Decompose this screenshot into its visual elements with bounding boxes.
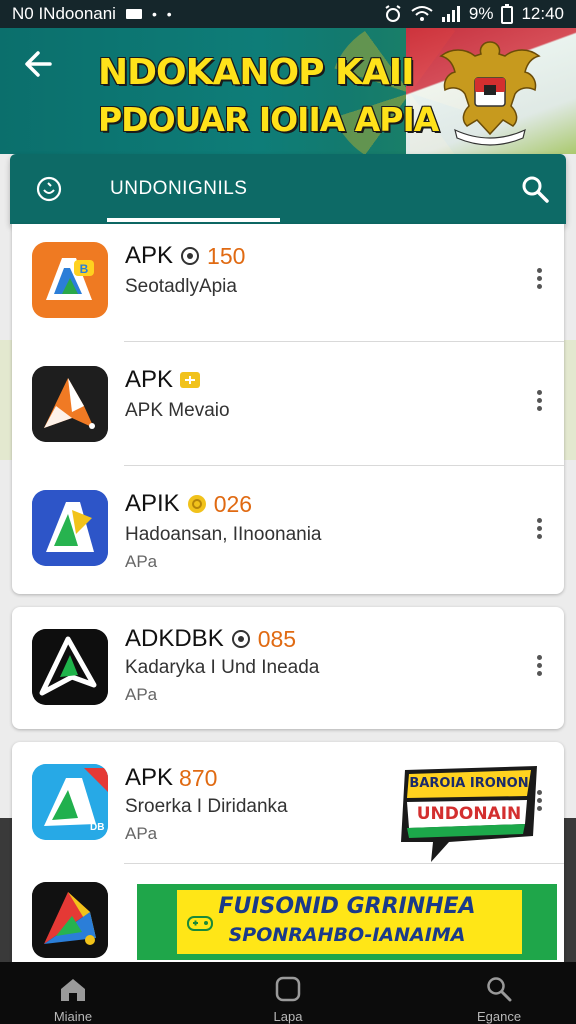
app-name: APK bbox=[125, 366, 174, 393]
status-time: 12:40 bbox=[521, 4, 564, 23]
header-banner: NDOKANOP KAII PDOUAR IOIIA APIA bbox=[0, 28, 576, 154]
status-dots: • • bbox=[151, 6, 175, 22]
app-badge-number: 085 bbox=[257, 625, 297, 652]
list-item[interactable]: APIK 026 Hadoansan, IInoonania APa bbox=[12, 466, 564, 594]
active-tab-indicator bbox=[107, 218, 280, 222]
list-item[interactable]: B APK 150 SeotadlyApia bbox=[12, 224, 564, 342]
more-options-icon[interactable] bbox=[534, 518, 544, 542]
notification-icon bbox=[125, 9, 142, 19]
banner-title-line1: NDOKANOP KAII bbox=[98, 52, 415, 93]
more-options-icon[interactable] bbox=[534, 655, 544, 679]
nav-search[interactable]: Egance bbox=[444, 962, 554, 1024]
tab-bar: UNDONIGNILS bbox=[10, 154, 566, 224]
nav-home-label: Miaine bbox=[53, 1009, 93, 1024]
app-title: APIK 026 bbox=[125, 490, 252, 518]
nav-apps[interactable]: Lapa bbox=[233, 962, 343, 1024]
search-icon bbox=[487, 977, 512, 1002]
sponsored-banner[interactable]: FUISONID GRRINHEA SPONRAHBO-IANAIMA bbox=[137, 884, 557, 960]
back-button[interactable] bbox=[20, 46, 60, 86]
battery-icon bbox=[501, 4, 514, 24]
logo-a-icon: DB bbox=[32, 764, 108, 840]
promo-line2: UNDONAIN bbox=[416, 804, 522, 824]
app-list-card: DB APK 870 Sroerka I Diridanka APa BAROI… bbox=[12, 742, 564, 972]
signal-icon bbox=[441, 6, 460, 22]
wifi-icon bbox=[411, 6, 433, 21]
app-subtitle: SeotadlyApia bbox=[125, 276, 237, 297]
list-item[interactable]: FUISONID GRRINHEA SPONRAHBO-IANAIMA bbox=[12, 864, 564, 972]
home-icon bbox=[61, 979, 85, 1001]
svg-text:DB: DB bbox=[90, 822, 104, 833]
logo-a-icon bbox=[32, 490, 108, 566]
tab-undonignils[interactable]: UNDONIGNILS bbox=[110, 178, 247, 200]
app-badge-number: 870 bbox=[179, 764, 218, 791]
app-name: APK bbox=[125, 242, 174, 269]
rating-icon bbox=[231, 630, 250, 648]
app-badge-number: 026 bbox=[213, 490, 253, 517]
promo-sticker[interactable]: BAROIA IRONON UNDONAIN bbox=[397, 764, 542, 862]
status-bar: N0 INdoonani • • 9% 12:40 bbox=[0, 0, 576, 28]
rating-icon bbox=[181, 247, 200, 265]
app-icon: DB bbox=[32, 764, 108, 840]
app-category: APa bbox=[125, 685, 158, 704]
app-subtitle: Sroerka I Diridanka bbox=[125, 796, 288, 817]
sponsored-banner-line1: FUISONID GRRINHEA bbox=[218, 894, 476, 919]
search-icon[interactable] bbox=[520, 174, 550, 204]
arrow-left-icon bbox=[25, 51, 52, 77]
status-carrier: N0 INdoonani bbox=[12, 4, 116, 23]
app-icon: B bbox=[32, 242, 108, 318]
logo-a-icon bbox=[32, 366, 108, 442]
app-icon bbox=[32, 882, 108, 958]
sponsored-banner-line2: SPONRAHBO-IANAIMA bbox=[228, 924, 466, 946]
badge-icon bbox=[180, 372, 201, 388]
app-icon bbox=[32, 366, 108, 442]
bottom-navigation: Miaine Lapa Egance bbox=[0, 962, 576, 1024]
app-title: APK 150 bbox=[125, 242, 245, 270]
app-icon bbox=[32, 490, 108, 566]
app-icon bbox=[32, 629, 108, 705]
promo-line1: BAROIA IRONON bbox=[409, 776, 529, 791]
logo-a-icon: B bbox=[38, 248, 102, 312]
nav-apps-label: Lapa bbox=[273, 1009, 303, 1024]
app-category: APa bbox=[125, 552, 158, 571]
app-screen: N0 INdoonani • • 9% 12:40 NDOKANOP KAII … bbox=[0, 0, 576, 1024]
alarm-icon bbox=[385, 5, 401, 22]
coin-icon bbox=[187, 495, 206, 513]
list-item[interactable]: DB APK 870 Sroerka I Diridanka APa BAROI… bbox=[12, 742, 564, 864]
app-category: APa bbox=[125, 824, 158, 843]
app-list-card: ADKDBK 085 Kadaryka I Und Ineada APa bbox=[12, 607, 564, 729]
square-icon bbox=[275, 976, 301, 1002]
app-subtitle: Hadoansan, IInoonania bbox=[125, 524, 322, 545]
smiley-icon[interactable] bbox=[34, 174, 64, 204]
app-subtitle: Kadaryka I Und Ineada bbox=[125, 657, 320, 678]
list-item[interactable]: APK APK Mevaio bbox=[12, 342, 564, 466]
app-name: APK bbox=[125, 764, 174, 791]
app-title: ADKDBK 085 bbox=[125, 625, 296, 653]
app-title: APK 870 bbox=[125, 764, 217, 792]
app-badge-number: 150 bbox=[207, 242, 246, 269]
svg-text:B: B bbox=[80, 262, 89, 276]
nav-home[interactable]: Miaine bbox=[18, 962, 128, 1024]
garuda-emblem-icon bbox=[439, 41, 541, 146]
banner-title-line2: PDOUAR IOIIA APIA bbox=[98, 100, 439, 139]
more-options-icon[interactable] bbox=[534, 390, 544, 414]
app-subtitle: APK Mevaio bbox=[125, 400, 230, 421]
battery-percent: 9% bbox=[468, 4, 494, 23]
app-title: APK bbox=[125, 366, 201, 394]
app-list-card: B APK 150 SeotadlyApia APK APK Mevaio AP… bbox=[12, 224, 564, 594]
logo-a-icon bbox=[32, 882, 108, 958]
app-name: APIK bbox=[125, 490, 180, 517]
nav-search-label: Egance bbox=[476, 1009, 522, 1024]
logo-a-icon bbox=[32, 629, 108, 705]
list-item[interactable]: ADKDBK 085 Kadaryka I Und Ineada APa bbox=[12, 607, 564, 729]
more-options-icon[interactable] bbox=[534, 268, 544, 292]
app-name: ADKDBK bbox=[125, 625, 224, 652]
